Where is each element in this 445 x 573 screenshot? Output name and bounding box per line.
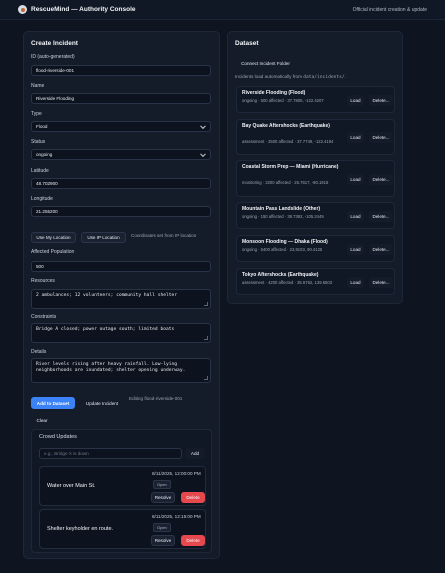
resize-grip-icon[interactable] (204, 336, 208, 340)
create-incident-heading: Create Incident (31, 40, 78, 47)
type-label: Type (31, 111, 42, 117)
add-to-dataset-button[interactable]: Add to Dataset (31, 397, 75, 409)
name-label: Name (31, 83, 45, 89)
app-logo-icon (18, 5, 27, 14)
longitude-field[interactable]: 21.255200 (31, 206, 211, 217)
load-button[interactable]: Load (347, 244, 364, 255)
create-incident-panel: Create Incident ID (auto-generated) floo… (23, 31, 220, 559)
dataset-note: Incidents load automatically from data/i… (235, 74, 346, 80)
resources-text: 2 ambulances; 12 volunteers; community h… (36, 293, 178, 298)
status-select[interactable]: ongoing (31, 149, 211, 160)
details-textarea[interactable]: River levels rising after heavy rainfall… (31, 358, 211, 383)
longitude-label: Longitude (31, 196, 53, 202)
dataset-item-meta: ongoing · 150 affected · 39.7392, -105.2… (242, 214, 324, 219)
id-field[interactable]: flood-riverside-001 (31, 65, 211, 76)
use-my-location-button[interactable]: Use My Location (31, 232, 76, 243)
delete-button[interactable]: Delete... (369, 244, 393, 255)
dataset-item-title: Bay Quake Aftershocks (Earthquake) (242, 123, 330, 129)
dataset-item: Bay Quake Aftershocks (Earthquake) asses… (236, 119, 395, 155)
crowd-update-text: Water over Main St. (47, 483, 96, 489)
name-field[interactable]: Riverside Flooding (31, 93, 211, 104)
connect-folder-button[interactable]: Connect Incident Folder (235, 58, 296, 69)
constraints-textarea[interactable]: Bridge A closed; power outage south; lim… (31, 323, 211, 343)
dataset-heading: Dataset (235, 40, 259, 47)
dataset-item-meta: assessment · 4200 affected · 35.6762, 13… (242, 280, 333, 285)
type-select[interactable]: Flood (31, 121, 211, 132)
crowd-update-input[interactable]: e.g., Bridge X is down (39, 448, 182, 459)
delete-button[interactable]: Delete... (369, 174, 393, 185)
dataset-item: Coastal Storm Prep — Miami (Hurricane) m… (236, 160, 395, 197)
latitude-label: Latitude (31, 168, 49, 174)
add-crowd-update-button[interactable]: Add (185, 448, 205, 459)
dataset-item: Tokyo Aftershocks (Earthquake) assessmen… (236, 268, 395, 295)
dataset-item: Riverside Flooding (Flood) ongoing · 500… (236, 86, 395, 113)
crowd-updates-panel: Crowd Updates e.g., Bridge X is down Add… (31, 429, 212, 553)
delete-update-button[interactable]: Delete (181, 535, 205, 546)
dataset-item-title: Riverside Flooding (Flood) (242, 90, 306, 96)
crowd-update-placeholder: e.g., Bridge X is down (44, 451, 89, 456)
resize-grip-icon[interactable] (204, 302, 208, 306)
resources-textarea[interactable]: 2 ambulances; 12 volunteers; community h… (31, 289, 211, 309)
load-button[interactable]: Load (347, 211, 364, 222)
latitude-field[interactable]: 48.702900 (31, 178, 211, 189)
dataset-item-meta: assessment · 2500 affected · 37.7749, -1… (242, 139, 334, 144)
delete-button[interactable]: Delete... (369, 132, 393, 143)
resize-grip-icon[interactable] (204, 376, 208, 380)
use-ip-location-button[interactable]: Use IP Location (81, 232, 126, 243)
status-label: Status (31, 139, 46, 145)
status-badge: Open (153, 523, 171, 532)
dataset-note-prefix: Incidents load automatically from (235, 74, 304, 79)
dataset-item-meta: ongoing · 500 affected · 37.7805, -122.4… (242, 98, 324, 103)
load-button[interactable]: Load (347, 95, 364, 106)
load-button[interactable]: Load (347, 277, 364, 288)
resolve-button[interactable]: Resolve (151, 535, 175, 546)
delete-button[interactable]: Delete... (369, 95, 393, 106)
load-button[interactable]: Load (347, 174, 364, 185)
dataset-item: Monsoon Flooding — Dhaka (Flood) ongoing… (236, 235, 395, 262)
resources-label: Resources (31, 278, 55, 284)
crowd-update-timestamp: 8/11/2025, 12:00:00 PM (152, 471, 201, 476)
id-label: ID (auto-generated) (31, 54, 75, 60)
location-note: Coordinates set from IP location (131, 233, 197, 238)
crowd-update-item: 8/11/2025, 12:15:00 PM Open Shelter keyh… (39, 509, 206, 549)
population-field[interactable]: 500 (31, 261, 211, 272)
dataset-item-title: Monsoon Flooding — Dhaka (Flood) (242, 239, 328, 245)
crowd-update-item: 8/11/2025, 12:00:00 PM Open Water over M… (39, 466, 206, 506)
status-badge: Open (153, 480, 171, 489)
dataset-item-title: Mountain Pass Landslide (Other) (242, 206, 321, 212)
crowd-updates-heading: Crowd Updates (39, 434, 77, 440)
delete-button[interactable]: Delete... (369, 211, 393, 222)
dataset-item-meta: monitoring · 3200 affected · 25.7617, -8… (242, 180, 329, 185)
crowd-update-timestamp: 8/11/2025, 12:15:00 PM (152, 514, 201, 519)
dataset-item-meta: ongoing · 5400 affected · 23.8103, 90.41… (242, 247, 323, 252)
editing-note: Editing flood-riverside-001 (129, 396, 183, 401)
app-title: RescueMind — Authority Console (31, 6, 136, 13)
update-incident-button[interactable]: Update Incident (79, 397, 125, 409)
details-text: River levels rising after heavy rainfall… (36, 362, 186, 374)
details-label: Details (31, 349, 47, 355)
dataset-item: Mountain Pass Landslide (Other) ongoing … (236, 202, 395, 229)
crowd-update-text: Shelter keyholder en route. (47, 526, 114, 532)
resolve-button[interactable]: Resolve (151, 492, 175, 503)
app-tagline: Official incident creation & update (352, 6, 427, 13)
dataset-note-path: data/incidents/ (303, 75, 345, 80)
dataset-item-title: Coastal Storm Prep — Miami (Hurricane) (242, 164, 339, 170)
dataset-panel: Dataset Connect Incident Folder Incident… (227, 31, 403, 304)
delete-update-button[interactable]: Delete (181, 492, 205, 503)
constraints-text: Bridge A closed; power outage south; lim… (36, 327, 175, 332)
load-button[interactable]: Load (347, 132, 364, 143)
delete-button[interactable]: Delete... (369, 277, 393, 288)
population-label: Affected Population (31, 249, 75, 255)
dataset-item-title: Tokyo Aftershocks (Earthquake) (242, 272, 319, 278)
dataset-note-suffix: . (344, 74, 346, 79)
clear-button[interactable]: Clear (31, 415, 53, 426)
top-bar: RescueMind — Authority Console Official … (0, 0, 445, 20)
constraints-label: Constraints (31, 314, 57, 320)
